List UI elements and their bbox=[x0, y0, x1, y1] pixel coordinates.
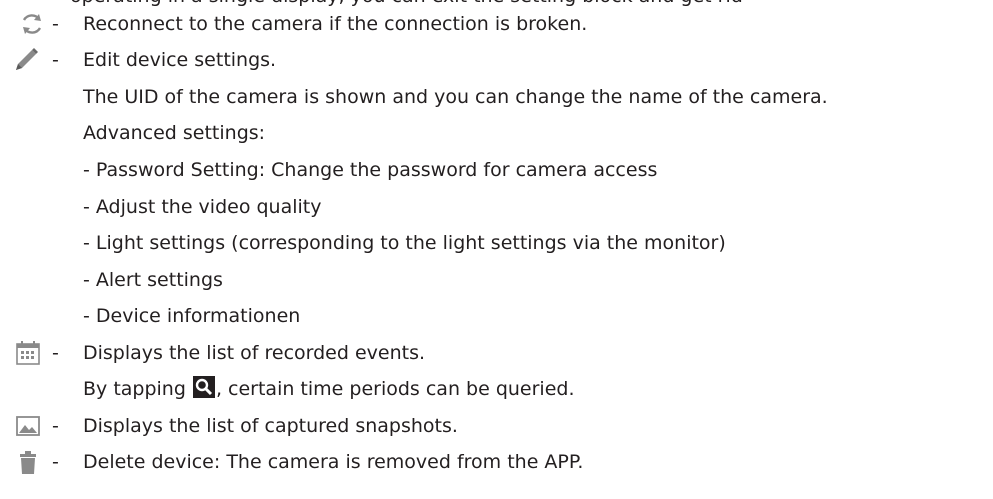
image-icon bbox=[14, 412, 42, 440]
item-dash: - bbox=[52, 13, 59, 35]
events-query-line: By tapping , certain time periods can be… bbox=[83, 375, 575, 403]
calendar-icon bbox=[14, 339, 42, 367]
reconnect-description: Reconnect to the camera if the connectio… bbox=[83, 13, 588, 35]
item-dash: - bbox=[52, 415, 59, 437]
query-text-before: By tapping bbox=[83, 378, 192, 400]
search-icon bbox=[192, 376, 215, 398]
advanced-item: - Device informationen bbox=[83, 305, 301, 327]
advanced-item: - Alert settings bbox=[83, 269, 223, 291]
item-dash: - bbox=[52, 49, 59, 71]
advanced-item: - Light settings (corresponding to the l… bbox=[83, 232, 726, 254]
snapshots-description: Displays the list of captured snapshots. bbox=[83, 415, 458, 437]
refresh-icon bbox=[18, 10, 46, 38]
document-page: operating in a single display, you can e… bbox=[0, 0, 993, 499]
advanced-settings-heading: Advanced settings: bbox=[83, 122, 266, 144]
uid-description: The UID of the camera is shown and you c… bbox=[83, 86, 828, 108]
query-text-after: , certain time periods can be queried. bbox=[215, 378, 575, 400]
advanced-item: - Password Setting: Change the password … bbox=[83, 159, 658, 181]
item-dash: - bbox=[52, 342, 59, 364]
advanced-item: - Adjust the video quality bbox=[83, 196, 322, 218]
delete-description: Delete device: The camera is removed fro… bbox=[83, 451, 584, 473]
trash-icon bbox=[14, 448, 42, 476]
item-dash: - bbox=[52, 451, 59, 473]
events-description: Displays the list of recorded events. bbox=[83, 342, 426, 364]
pencil-icon bbox=[12, 46, 40, 74]
edit-settings-description: Edit device settings. bbox=[83, 49, 277, 71]
clipped-top-line: operating in a single display, you can e… bbox=[70, 0, 743, 10]
